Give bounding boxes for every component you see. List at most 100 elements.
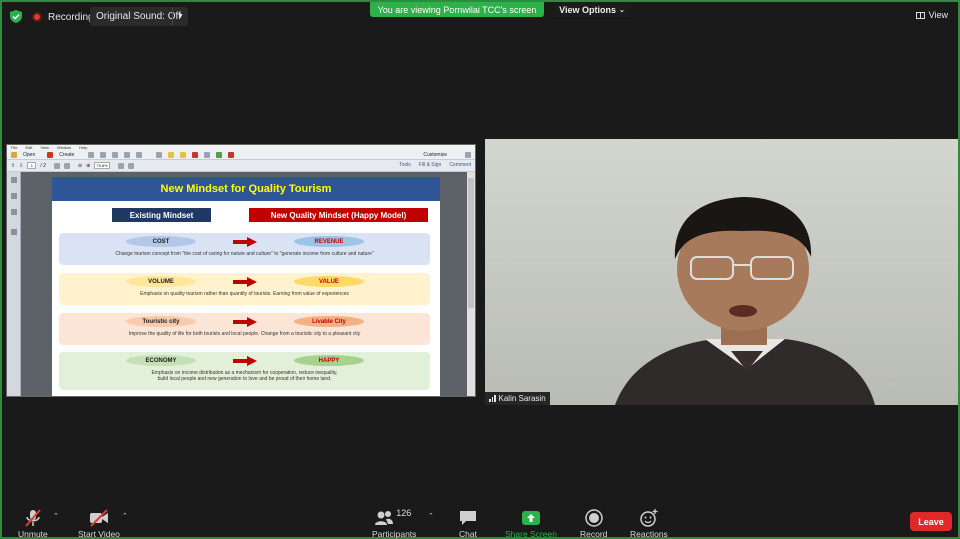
row-description: Emphasis on quality tourism rather than … (140, 291, 349, 297)
new-pill: VALUE (294, 276, 364, 287)
tools-tab[interactable]: Tools (399, 162, 411, 168)
viewer-toolbar: Open Create Customize (7, 150, 475, 160)
slide-page: New Mindset for Quality Tourism Existing… (52, 177, 440, 396)
mindset-row: VOLUME VALUE Emphasis on quality tourism… (59, 273, 430, 305)
document-area[interactable]: New Mindset for Quality Tourism Existing… (21, 172, 467, 396)
customize-menu[interactable]: Customize (423, 152, 447, 158)
reactions-button[interactable]: Reactions (630, 508, 668, 539)
zoom-out-icon[interactable]: ⊖ (78, 163, 82, 169)
mindset-row: ECONOMY HAPPY Emphasis on income distrib… (59, 352, 430, 390)
new-pill: Livable City (294, 316, 364, 327)
highlight-icon[interactable] (180, 151, 187, 158)
leave-button[interactable]: Leave (910, 512, 952, 531)
audio-options-caret[interactable]: ⌃ (53, 512, 59, 520)
gallery-view-icon (915, 11, 925, 19)
share-screen-button[interactable]: Share Screen (505, 508, 557, 539)
row-description-line: build local people and new generation to… (157, 376, 332, 382)
participants-options-caret[interactable]: ⌃ (428, 512, 434, 520)
hand-tool-icon[interactable] (63, 162, 70, 169)
menu-item-view[interactable]: View (40, 145, 49, 150)
pages-panel-icon[interactable] (10, 177, 17, 183)
participants-icon-wrap: 126 (374, 508, 414, 528)
slide-header-row: Existing Mindset New Quality Mindset (Ha… (52, 201, 440, 227)
stamp-icon[interactable] (192, 151, 199, 158)
view-button[interactable]: View (915, 10, 948, 20)
view-options-button[interactable]: View Options ⌄ (554, 2, 630, 17)
unmute-button[interactable]: Unmute (18, 508, 48, 539)
participant-video[interactable] (485, 139, 958, 405)
view-options-label: View Options (559, 4, 616, 15)
start-video-button[interactable]: Start Video (78, 508, 120, 539)
security-shield-icon[interactable] (10, 10, 22, 23)
fill-sign-tab[interactable]: Fill & Sign (419, 162, 442, 168)
page-total-label: / 2 (40, 162, 46, 169)
viewing-banner: You are viewing Pornwilai TCC's screen (370, 2, 544, 17)
attach-icon[interactable] (228, 151, 235, 158)
mail-icon[interactable] (136, 151, 143, 158)
viewing-banner-label: You are viewing Pornwilai TCC's screen (377, 4, 537, 15)
mindset-row: Touristic city Livable City Improve the … (59, 313, 430, 345)
select-tool-icon[interactable] (53, 162, 60, 169)
zoom-input[interactable]: 75.8% (94, 162, 110, 169)
chat-label: Chat (459, 529, 477, 539)
participants-button[interactable]: 126 Participants (372, 508, 416, 539)
video-options-caret[interactable]: ⌃ (122, 512, 128, 520)
page-number-input[interactable]: 1 (27, 162, 37, 169)
chevron-down-icon[interactable]: ▼ (172, 7, 188, 26)
view-label: View (928, 10, 948, 20)
edit-icon[interactable] (124, 151, 131, 158)
comment-icon[interactable] (168, 151, 175, 158)
open-button[interactable]: Open (23, 152, 35, 158)
layers-icon[interactable] (10, 229, 17, 235)
recording-label: Recording (48, 11, 94, 23)
viewer-scrollbar[interactable] (467, 172, 475, 396)
menu-item-edit[interactable]: Edit (25, 145, 32, 150)
comment-tab[interactable]: Comment (449, 162, 471, 168)
mindset-row: COST REVENUE Change tourism concept from… (59, 233, 430, 265)
menu-item-help[interactable]: Help (79, 145, 87, 150)
next-page-icon[interactable]: ⇩ (19, 163, 23, 169)
participants-count: 126 (396, 508, 412, 518)
expand-icon[interactable] (465, 151, 471, 158)
sign-icon[interactable] (204, 151, 211, 158)
existing-pill: COST (126, 236, 196, 247)
start-video-label: Start Video (78, 529, 120, 539)
attachment-icon[interactable] (10, 209, 17, 215)
save-icon[interactable] (88, 151, 95, 158)
cloud-icon[interactable] (100, 151, 107, 158)
share-screen-icon (521, 511, 540, 525)
bookmark-icon[interactable] (10, 193, 17, 199)
original-sound-toggle[interactable]: Original Sound: Off ▼ (90, 7, 188, 26)
participants-icon (375, 511, 394, 525)
create-button[interactable]: Create (59, 152, 74, 158)
menu-item-file[interactable]: File (11, 145, 17, 150)
emoji-reaction-icon (640, 509, 658, 527)
right-arrow-icon (233, 237, 257, 247)
leave-label: Leave (918, 516, 944, 527)
settings-icon[interactable] (156, 151, 163, 158)
right-arrow-icon (233, 356, 257, 366)
row-description: Improve the quality of life for both tou… (128, 331, 361, 337)
new-pill: REVENUE (294, 236, 364, 247)
video-camera-off-icon (89, 509, 108, 527)
recording-indicator[interactable]: Recording (32, 10, 94, 24)
original-sound-label: Original Sound: Off (96, 11, 181, 22)
chat-button[interactable]: Chat (458, 508, 478, 539)
record-button[interactable]: Record (580, 508, 607, 539)
viewer-side-panel (7, 172, 21, 396)
menu-item-window[interactable]: Window (57, 145, 71, 150)
read-mode-icon[interactable] (127, 162, 134, 169)
print-icon[interactable] (112, 151, 119, 158)
create-pdf-icon[interactable] (47, 151, 54, 158)
zoom-in-icon[interactable]: ⊕ (86, 163, 90, 169)
microphone-muted-icon (25, 509, 41, 527)
scrollbar-thumb[interactable] (468, 178, 474, 308)
share-icon[interactable] (216, 151, 223, 158)
fit-page-icon[interactable] (117, 162, 124, 169)
shared-screen[interactable]: File Edit View Window Help Open Create C… (6, 144, 476, 397)
new-mindset-header: New Quality Mindset (Happy Model) (249, 208, 428, 222)
unmute-label: Unmute (18, 529, 48, 539)
viewer-nav-toolbar: ⇧ ⇩ 1 / 2 ⊖ ⊕ 75.8% Tools Fill & Sign Co… (7, 160, 475, 172)
prev-page-icon[interactable]: ⇧ (11, 163, 15, 169)
open-folder-icon[interactable] (11, 151, 17, 158)
